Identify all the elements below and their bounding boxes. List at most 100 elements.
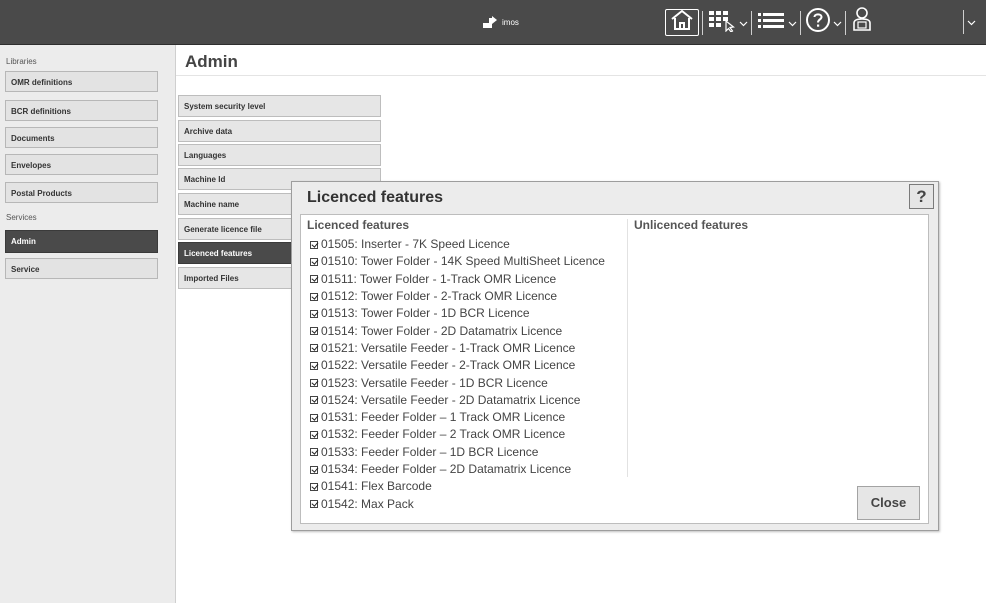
- layout-button[interactable]: [706, 9, 738, 36]
- toolbar-separator: [845, 10, 846, 35]
- chevron-down-icon: [739, 14, 748, 32]
- list-dropdown-button[interactable]: [787, 9, 797, 36]
- checkbox-checked-icon: [310, 361, 318, 370]
- feature-label: 01512: Tower Folder - 2-Track OMR Licenc…: [321, 289, 558, 304]
- feature-label: 01533: Feeder Folder – 1D BCR Licence: [321, 444, 539, 459]
- home-button[interactable]: [665, 9, 699, 36]
- list-item: 01512: Tower Folder - 2-Track OMR Licenc…: [310, 288, 605, 305]
- list-item: 01505: Inserter - 7K Speed Licence: [310, 236, 605, 253]
- title-divider: [176, 75, 986, 76]
- licenced-features-dialog: Licenced features ? Licenced features Un…: [291, 181, 939, 531]
- feature-label: 01522: Versatile Feeder - 2-Track OMR Li…: [321, 358, 576, 373]
- help-menu-button[interactable]: [804, 7, 832, 38]
- licenced-features-heading: Licenced features: [307, 218, 410, 232]
- list-item: 01510: Tower Folder - 14K Speed MultiShe…: [310, 253, 605, 270]
- page-title: Admin: [185, 52, 238, 71]
- licenced-features-list: 01505: Inserter - 7K Speed Licence 01510…: [310, 236, 605, 513]
- sidebar-item-envelopes[interactable]: Envelopes: [5, 154, 158, 175]
- logo-text: imos: [502, 17, 519, 27]
- feature-label: 01541: Flex Barcode: [321, 479, 432, 494]
- checkbox-checked-icon: [310, 482, 318, 491]
- checkbox-checked-icon: [310, 500, 318, 509]
- toolbar-separator: [751, 10, 752, 35]
- feature-label: 01523: Versatile Feeder - 1D BCR Licence: [321, 375, 548, 390]
- list-item: 01541: Flex Barcode: [310, 478, 605, 495]
- checkbox-checked-icon: [310, 275, 318, 284]
- checkbox-checked-icon: [310, 430, 318, 439]
- toolbar-separator: [963, 10, 964, 34]
- dialog-title: Licenced features: [307, 189, 444, 206]
- checkbox-checked-icon: [310, 327, 318, 336]
- list-item: 01511: Tower Folder - 1-Track OMR Licenc…: [310, 271, 605, 288]
- logo-mark-icon: [483, 16, 497, 28]
- list-menu-icon: [756, 8, 786, 37]
- chevron-down-icon: [967, 13, 976, 31]
- menu-item-archive-data[interactable]: Archive data: [178, 120, 381, 142]
- checkbox-checked-icon: [310, 448, 318, 457]
- feature-label: 01524: Versatile Feeder - 2D Datamatrix …: [321, 392, 581, 407]
- libraries-heading: Libraries: [6, 57, 37, 66]
- list-item: 01531: Feeder Folder – 1 Track OMR Licen…: [310, 409, 605, 426]
- sidebar-item-admin[interactable]: Admin: [5, 230, 158, 253]
- toolbar: [665, 6, 875, 39]
- menu-item-system-security-level[interactable]: System security level: [178, 95, 381, 117]
- sidebar-item-omr-definitions[interactable]: OMR definitions: [5, 71, 158, 92]
- app-logo: imos: [483, 14, 519, 30]
- sidebar-item-documents[interactable]: Documents: [5, 127, 158, 148]
- unlicenced-features-heading: Unlicenced features: [634, 218, 749, 232]
- sidebar-item-postal-products[interactable]: Postal Products: [5, 182, 158, 203]
- checkbox-checked-icon: [310, 309, 318, 318]
- toolbar-separator: [702, 10, 703, 35]
- checkbox-checked-icon: [310, 240, 318, 249]
- checkbox-checked-icon: [310, 396, 318, 405]
- feature-label: 01521: Versatile Feeder - 1-Track OMR Li…: [321, 340, 576, 355]
- features-panel: Licenced features Unlicenced features 01…: [300, 214, 929, 524]
- help-dropdown-button[interactable]: [832, 9, 842, 36]
- help-button[interactable]: ?: [909, 184, 934, 209]
- list-item: 01514: Tower Folder - 2D Datamatrix Lice…: [310, 322, 605, 339]
- feature-label: 01513: Tower Folder - 1D BCR Licence: [321, 306, 530, 321]
- top-bar: imos: [0, 0, 986, 45]
- checkbox-checked-icon: [310, 344, 318, 353]
- sidebar-item-service[interactable]: Service: [5, 258, 158, 279]
- feature-label: 01505: Inserter - 7K Speed Licence: [321, 237, 510, 252]
- list-button[interactable]: [755, 9, 787, 36]
- list-item: 01533: Feeder Folder – 1D BCR Licence: [310, 444, 605, 461]
- services-heading: Services: [6, 213, 37, 222]
- list-item: 01542: Max Pack: [310, 495, 605, 512]
- layout-dropdown-button[interactable]: [738, 9, 748, 36]
- list-item: 01522: Versatile Feeder - 2-Track OMR Li…: [310, 357, 605, 374]
- chevron-down-icon: [833, 14, 842, 32]
- list-item: 01523: Versatile Feeder - 1D BCR Licence: [310, 374, 605, 391]
- home-icon: [670, 9, 694, 36]
- checkbox-checked-icon: [310, 413, 318, 422]
- feature-label: 01514: Tower Folder - 2D Datamatrix Lice…: [321, 323, 563, 338]
- user-card-icon: [851, 6, 873, 39]
- user-dropdown-button[interactable]: [966, 8, 976, 35]
- sidebar: Libraries OMR definitions BCR definition…: [0, 45, 176, 603]
- feature-label: 01511: Tower Folder - 1-Track OMR Licenc…: [321, 271, 557, 286]
- user-button[interactable]: [849, 6, 875, 39]
- feature-label: 01531: Feeder Folder – 1 Track OMR Licen…: [321, 410, 566, 425]
- list-item: 01532: Feeder Folder – 2 Track OMR Licen…: [310, 426, 605, 443]
- sidebar-item-bcr-definitions[interactable]: BCR definitions: [5, 100, 158, 121]
- column-divider: [627, 219, 628, 477]
- checkbox-checked-icon: [310, 292, 318, 301]
- list-item: 01513: Tower Folder - 1D BCR Licence: [310, 305, 605, 322]
- feature-label: 01510: Tower Folder - 14K Speed MultiShe…: [321, 254, 605, 269]
- feature-label: 01532: Feeder Folder – 2 Track OMR Licen…: [321, 427, 566, 442]
- list-item: 01534: Feeder Folder – 2D Datamatrix Lic…: [310, 461, 605, 478]
- grid-cursor-icon: [707, 8, 737, 37]
- feature-label: 01534: Feeder Folder – 2D Datamatrix Lic…: [321, 462, 572, 476]
- toolbar-separator: [800, 10, 801, 35]
- list-item: 01521: Versatile Feeder - 1-Track OMR Li…: [310, 340, 605, 357]
- checkbox-checked-icon: [310, 379, 318, 388]
- checkbox-checked-icon: [310, 257, 318, 266]
- chevron-down-icon: [788, 14, 797, 32]
- list-item: 01524: Versatile Feeder - 2D Datamatrix …: [310, 392, 605, 409]
- menu-item-languages[interactable]: Languages: [178, 144, 381, 166]
- feature-label: 01542: Max Pack: [321, 496, 414, 511]
- help-circle-icon: [805, 7, 831, 38]
- close-button[interactable]: Close: [857, 486, 920, 520]
- checkbox-checked-icon: [310, 465, 318, 474]
